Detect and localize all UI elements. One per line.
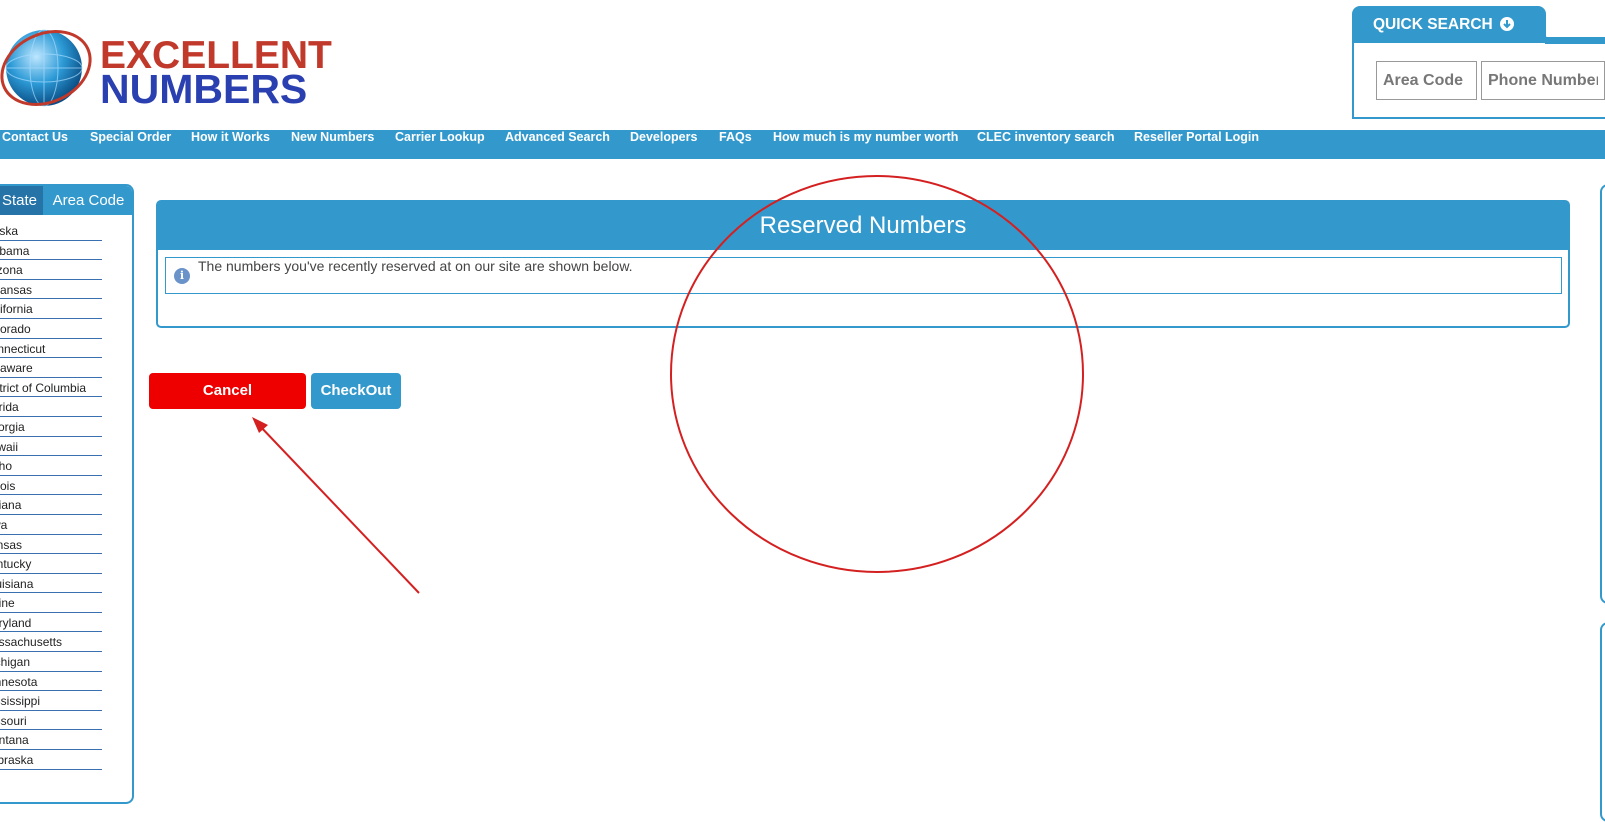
nav-advanced-search[interactable]: Advanced Search	[505, 130, 610, 159]
sidebar-item-state[interactable]: Maryland	[0, 613, 102, 633]
sidebar-item-state[interactable]: Alabama	[0, 241, 102, 261]
main-nav: Contact Us Special Order How it Works Ne…	[0, 130, 1605, 159]
quick-search-tab[interactable]: QUICK SEARCH	[1352, 6, 1546, 43]
sidebar-item-state[interactable]: Nebraska	[0, 750, 102, 770]
sidebar-item-state[interactable]: Massachusetts	[0, 632, 102, 653]
sidebar-item-state[interactable]: Louisiana	[0, 574, 102, 594]
sidebar-item-state[interactable]: Michigan	[0, 652, 102, 672]
sidebar-item-state[interactable]: Illinois	[0, 476, 102, 496]
sidebar-item-state[interactable]: Georgia	[0, 417, 102, 437]
checkout-button[interactable]: CheckOut	[311, 373, 401, 409]
nav-developers[interactable]: Developers	[630, 130, 697, 159]
sidebar-item-state[interactable]: Florida	[0, 397, 102, 417]
state-sidebar: State Area Code AlaskaAlabamaArizonaArka…	[0, 184, 134, 804]
sidebar-item-state[interactable]: Idaho	[0, 456, 102, 476]
sidebar-item-state[interactable]: California	[0, 299, 102, 319]
area-code-input[interactable]	[1376, 61, 1477, 100]
globe-icon	[0, 29, 92, 107]
sidebar-item-state[interactable]: Colorado	[0, 319, 102, 339]
sidebar-item-state[interactable]: Missouri	[0, 711, 102, 731]
info-icon: i	[174, 268, 190, 284]
sidebar-item-state[interactable]: Hawaii	[0, 437, 102, 457]
quick-search-rule	[1545, 37, 1605, 44]
sidebar-item-state[interactable]: Montana	[0, 730, 102, 751]
sidebar-item-state[interactable]: Indiana	[0, 495, 102, 515]
sidebar-item-state[interactable]: Iowa	[0, 515, 102, 535]
nav-number-worth[interactable]: How much is my number worth	[773, 130, 958, 159]
nav-faqs[interactable]: FAQs	[719, 130, 752, 159]
panel-title: Reserved Numbers	[158, 202, 1568, 250]
sidebar-item-state[interactable]: Connecticut	[0, 339, 102, 359]
sidebar-item-state[interactable]: Delaware	[0, 358, 102, 378]
logo-text-numbers: NUMBERS	[100, 66, 308, 112]
nav-carrier-lookup[interactable]: Carrier Lookup	[395, 130, 485, 159]
sidebar-item-state[interactable]: District of Columbia	[0, 378, 102, 398]
annotation-arrow-line	[257, 423, 420, 594]
nav-how-it-works[interactable]: How it Works	[191, 130, 270, 159]
sidebar-item-state[interactable]: Kentucky	[0, 554, 102, 574]
sidebar-item-state[interactable]: Arkansas	[0, 280, 102, 300]
nav-contact-us[interactable]: Contact Us	[2, 130, 68, 159]
reserved-numbers-panel: Reserved Numbers i The numbers you've re…	[156, 200, 1570, 328]
sidebar-item-state[interactable]: Arizona	[0, 260, 102, 280]
cancel-reservation-button[interactable]: Cancel Reservation	[149, 373, 306, 435]
sidebar-item-state[interactable]: Minnesota	[0, 672, 102, 692]
right-panel-edge-lower	[1600, 622, 1605, 822]
nav-special-order[interactable]: Special Order	[90, 130, 171, 159]
info-text: The numbers you've recently reserved at …	[198, 258, 633, 274]
nav-clec-inventory[interactable]: CLEC inventory search	[977, 130, 1115, 159]
right-panel-edge	[1600, 184, 1605, 604]
sidebar-item-state[interactable]: Alaska	[0, 221, 102, 241]
quick-search-title: QUICK SEARCH	[1373, 16, 1493, 33]
tab-state[interactable]: State	[0, 186, 43, 215]
arrow-down-circle-icon	[1500, 17, 1515, 31]
nav-reseller-login[interactable]: Reseller Portal Login	[1134, 130, 1259, 159]
phone-number-input[interactable]	[1481, 61, 1605, 100]
info-message: i The numbers you've recently reserved a…	[165, 257, 1562, 294]
state-list: AlaskaAlabamaArizonaArkansasCaliforniaCo…	[0, 221, 102, 770]
tab-area-code[interactable]: Area Code	[43, 186, 132, 215]
sidebar-item-state[interactable]: Kansas	[0, 535, 102, 555]
sidebar-item-state[interactable]: Mississippi	[0, 691, 102, 711]
site-logo[interactable]: EXCELLENT NUMBERS	[0, 12, 356, 112]
sidebar-item-state[interactable]: Maine	[0, 593, 102, 613]
nav-new-numbers[interactable]: New Numbers	[291, 130, 374, 159]
